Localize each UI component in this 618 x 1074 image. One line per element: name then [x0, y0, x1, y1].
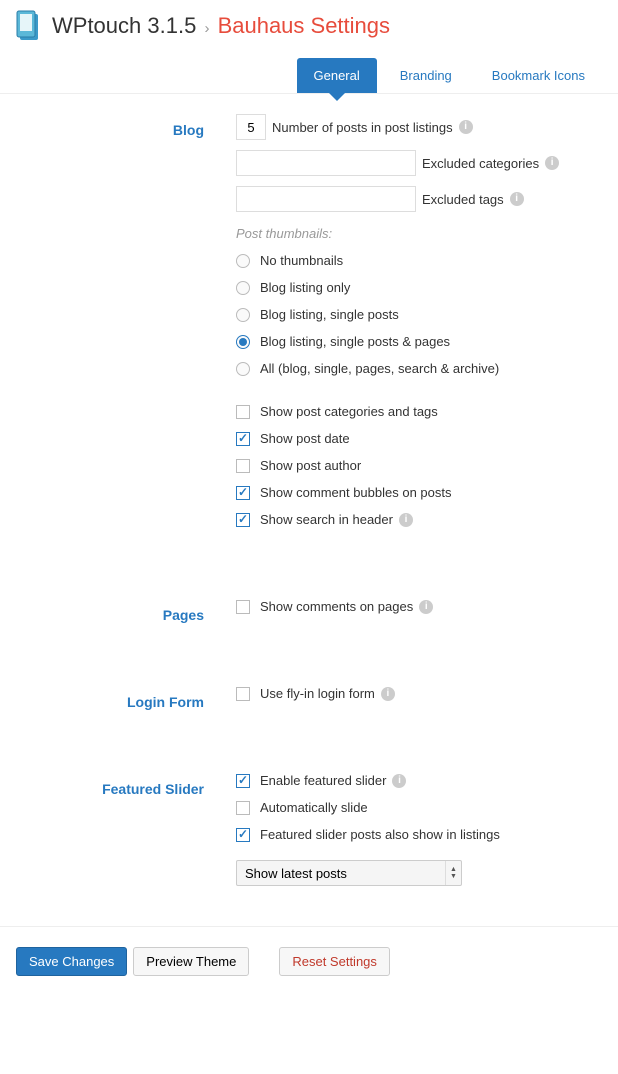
section-blog: Blog Number of posts in post listings i Exc… — [0, 94, 618, 579]
checkbox-row: Show post date — [236, 431, 602, 446]
checkbox[interactable] — [236, 600, 250, 614]
section-title: Blog — [16, 114, 236, 539]
info-icon[interactable]: i — [381, 687, 395, 701]
radio-row: Blog listing, single posts — [236, 307, 602, 322]
page-title: WPtouch 3.1.5 › Bauhaus Settings — [52, 13, 390, 39]
section-login: Login Form Use fly-in login form i — [0, 666, 618, 753]
section-title: Featured Slider — [16, 773, 236, 886]
info-icon[interactable]: i — [419, 600, 433, 614]
radio[interactable] — [236, 281, 250, 295]
radio[interactable] — [236, 335, 250, 349]
slider-source-select-wrap: Show latest posts▲▼ — [236, 860, 462, 886]
radio-label: All (blog, single, pages, search & archi… — [260, 361, 499, 376]
checkbox[interactable] — [236, 513, 250, 527]
checkbox-label: Use fly-in login form — [260, 686, 375, 701]
field-label: Excluded categories — [422, 156, 539, 171]
tab-bookmark-icons[interactable]: Bookmark Icons — [475, 58, 602, 93]
radio-row: Blog listing only — [236, 280, 602, 295]
checkbox[interactable] — [236, 432, 250, 446]
checkbox[interactable] — [236, 486, 250, 500]
tab-general[interactable]: General — [297, 58, 377, 93]
checkbox-label: Automatically slide — [260, 800, 368, 815]
radio-label: Blog listing, single posts — [260, 307, 399, 322]
info-icon[interactable]: i — [399, 513, 413, 527]
radio[interactable] — [236, 308, 250, 322]
checkbox-label: Featured slider posts also show in listi… — [260, 827, 500, 842]
checkbox-row: Show search in header i — [236, 512, 602, 527]
checkbox[interactable] — [236, 801, 250, 815]
footer-actions: Save Changes Preview Theme Reset Setting… — [0, 926, 618, 996]
field-label: Number of posts in post listings — [272, 120, 453, 135]
checkbox-row: Automatically slide — [236, 800, 602, 815]
section-title: Login Form — [16, 686, 236, 713]
checkbox-label: Enable featured slider — [260, 773, 386, 788]
checkbox-label: Show search in header — [260, 512, 393, 527]
field-label: Excluded tags — [422, 192, 504, 207]
checkbox[interactable] — [236, 774, 250, 788]
info-icon[interactable]: i — [392, 774, 406, 788]
checkbox-label: Show post categories and tags — [260, 404, 438, 419]
checkbox-row: Use fly-in login form i — [236, 686, 602, 701]
checkbox-label: Show comment bubbles on posts — [260, 485, 452, 500]
radio[interactable] — [236, 254, 250, 268]
checkbox[interactable] — [236, 405, 250, 419]
section-pages: Pages Show comments on pages i — [0, 579, 618, 666]
radio-label: No thumbnails — [260, 253, 343, 268]
checkbox-row: Show post author — [236, 458, 602, 473]
save-button[interactable]: Save Changes — [16, 947, 127, 976]
radio-row: No thumbnails — [236, 253, 602, 268]
radio-label: Blog listing, single posts & pages — [260, 334, 450, 349]
preview-button[interactable]: Preview Theme — [133, 947, 249, 976]
section-slider: Featured Slider Enable featured slider i Au… — [0, 753, 618, 926]
page-header: WPtouch 3.1.5 › Bauhaus Settings — [0, 0, 618, 50]
tab-branding[interactable]: Branding — [383, 58, 469, 93]
posts-count-input[interactable] — [236, 114, 266, 140]
checkbox-label: Show post date — [260, 431, 350, 446]
checkbox-label: Show comments on pages — [260, 599, 413, 614]
checkbox-row: Featured slider posts also show in listi… — [236, 827, 602, 842]
radio-row: All (blog, single, pages, search & archi… — [236, 361, 602, 376]
checkbox-row: Show post categories and tags — [236, 404, 602, 419]
excluded-categories-input[interactable] — [236, 150, 416, 176]
reset-button[interactable]: Reset Settings — [279, 947, 390, 976]
info-icon[interactable]: i — [510, 192, 524, 206]
tabs-nav: GeneralBrandingBookmark Icons — [0, 50, 618, 94]
checkbox[interactable] — [236, 828, 250, 842]
checkbox-label: Show post author — [260, 458, 361, 473]
checkbox[interactable] — [236, 459, 250, 473]
checkbox-row: Enable featured slider i — [236, 773, 602, 788]
radio-row: Blog listing, single posts & pages — [236, 334, 602, 349]
section-title: Pages — [16, 599, 236, 626]
excluded-tags-input[interactable] — [236, 186, 416, 212]
checkbox-row: Show comment bubbles on posts — [236, 485, 602, 500]
thumbnails-subhead: Post thumbnails: — [236, 226, 602, 241]
checkbox[interactable] — [236, 687, 250, 701]
radio[interactable] — [236, 362, 250, 376]
checkbox-row: Show comments on pages i — [236, 599, 602, 614]
info-icon[interactable]: i — [545, 156, 559, 170]
wptouch-logo-icon — [16, 10, 42, 42]
radio-label: Blog listing only — [260, 280, 350, 295]
info-icon[interactable]: i — [459, 120, 473, 134]
slider-source-select[interactable]: Show latest posts — [236, 860, 462, 886]
